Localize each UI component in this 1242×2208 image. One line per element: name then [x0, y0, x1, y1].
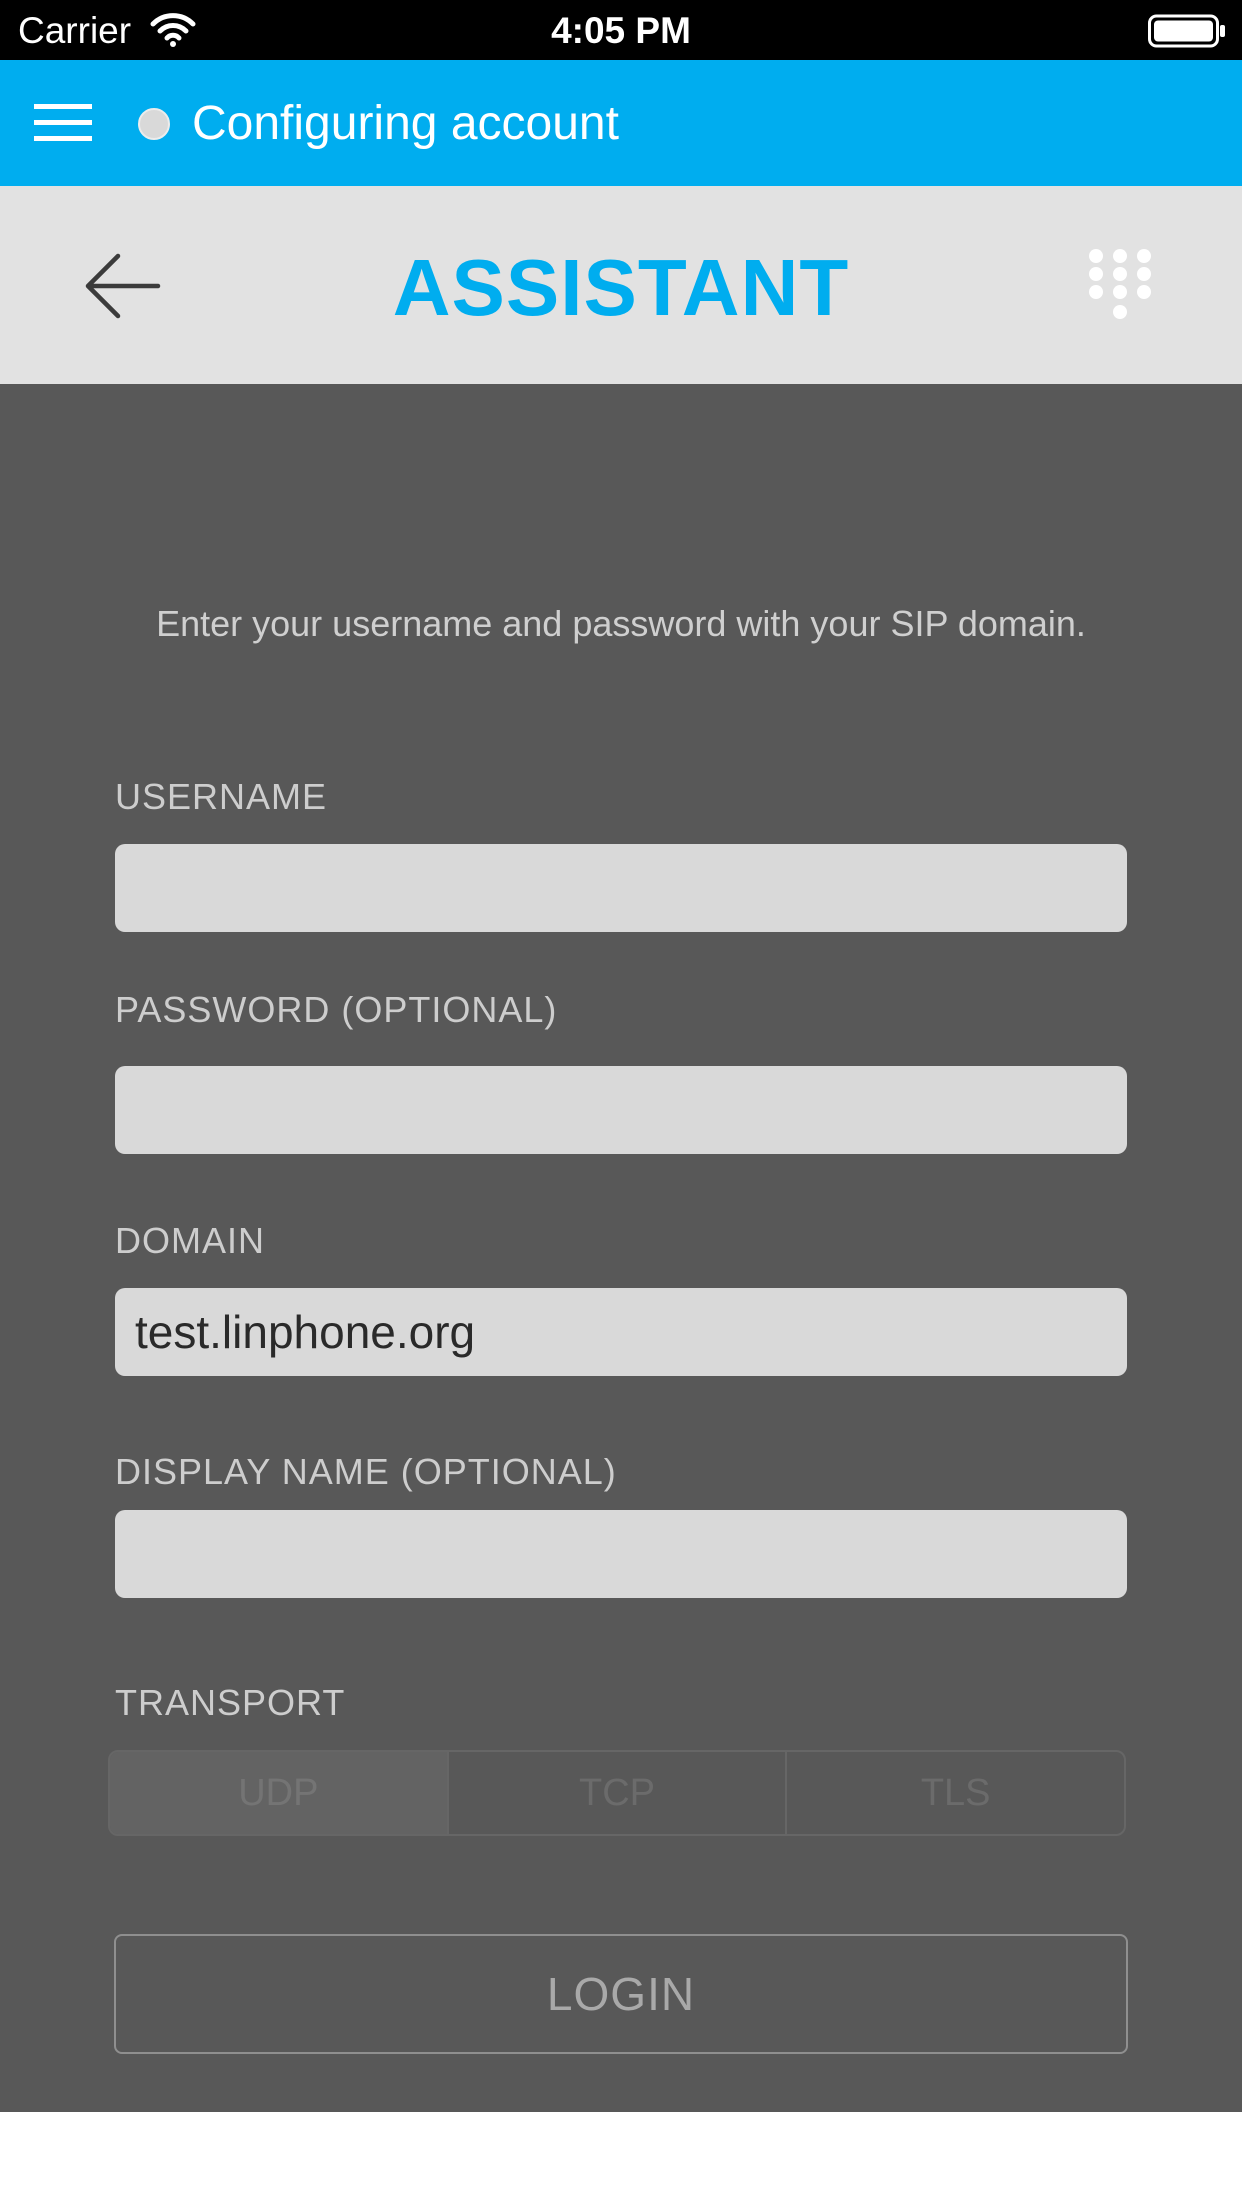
battery-icon — [1148, 14, 1225, 48]
password-label: PASSWORD (OPTIONAL) — [115, 989, 558, 1030]
instructions-text: Enter your username and password with yo… — [156, 603, 1086, 644]
domain-field[interactable] — [115, 1288, 1127, 1376]
dialpad-icon[interactable] — [1084, 248, 1156, 328]
login-button[interactable]: LOGIN — [114, 1934, 1128, 2054]
transport-label: TRANSPORT — [115, 1682, 346, 1723]
registration-status-dot — [138, 108, 170, 140]
account-status-bar: Configuring account — [0, 60, 1242, 186]
username-label: USERNAME — [115, 776, 328, 817]
username-field[interactable] — [115, 844, 1127, 932]
clock: 4:05 PM — [551, 10, 691, 51]
transport-selector: UDP TCP TLS — [108, 1750, 1126, 1836]
domain-label: DOMAIN — [115, 1220, 265, 1261]
password-field[interactable] — [115, 1066, 1127, 1154]
page-title: ASSISTANT — [392, 243, 850, 332]
login-form: Enter your username and password with yo… — [0, 384, 1242, 2112]
transport-tcp-option[interactable]: TCP — [449, 1752, 788, 1834]
display-name-field[interactable] — [115, 1510, 1127, 1598]
hamburger-menu-icon[interactable] — [34, 102, 92, 144]
display-name-label: DISPLAY NAME (OPTIONAL) — [115, 1451, 617, 1492]
account-status-text: Configuring account — [192, 97, 619, 150]
status-bar: Carrier 4:05 PM — [0, 0, 1242, 60]
assistant-header: ASSISTANT — [0, 186, 1242, 384]
transport-tls-option[interactable]: TLS — [787, 1752, 1124, 1834]
transport-udp-option[interactable]: UDP — [110, 1752, 449, 1834]
